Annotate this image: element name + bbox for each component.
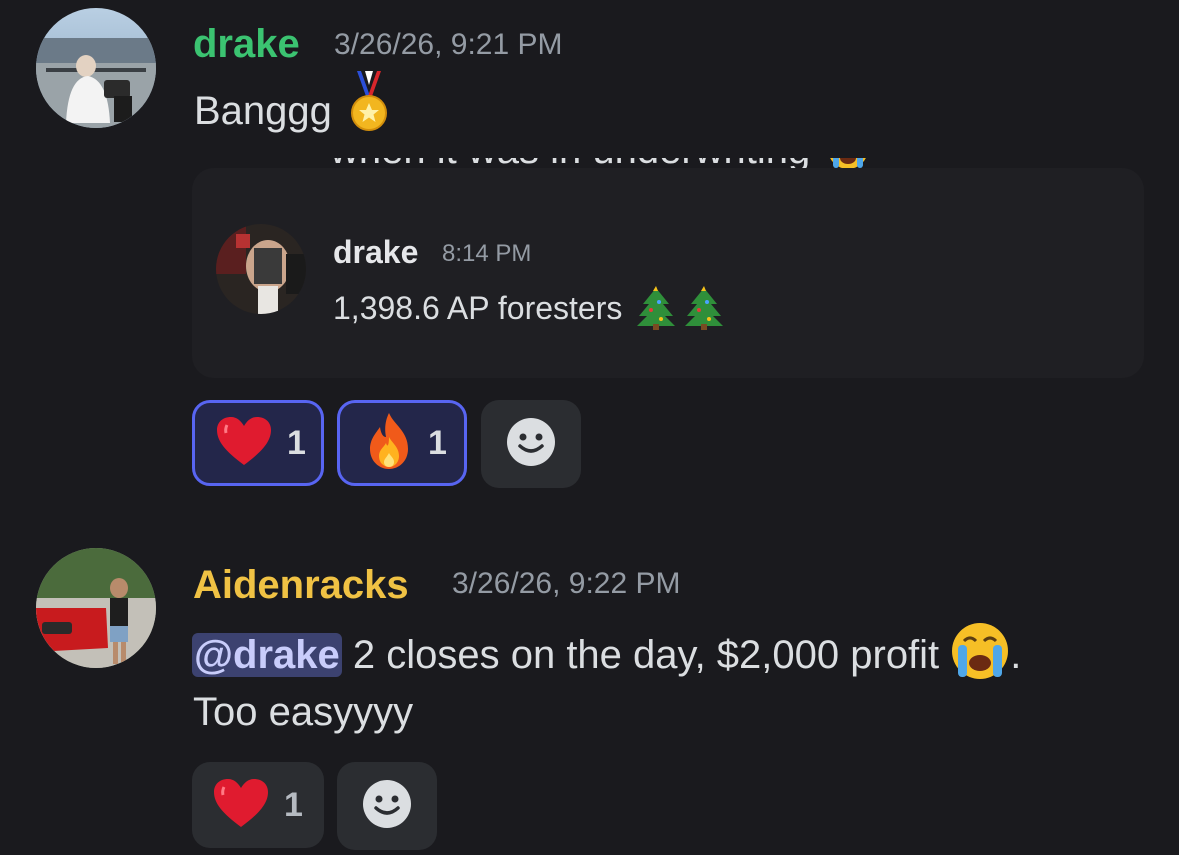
reaction-fire[interactable]: 1: [337, 400, 467, 486]
quoted-username[interactable]: drake: [333, 236, 418, 268]
embed-previous-text-label: when it was in underwriting: [330, 128, 811, 173]
reaction-count: 1: [428, 423, 447, 462]
fire-icon: [364, 411, 414, 476]
add-reaction-button[interactable]: [337, 762, 437, 850]
heart-icon: [215, 415, 273, 472]
username-drake[interactable]: drake: [193, 24, 300, 64]
avatar-drake-quoted[interactable]: [216, 224, 306, 314]
avatar-aidenracks[interactable]: [36, 548, 156, 668]
reaction-count: 1: [287, 423, 306, 462]
smiley-icon: [362, 779, 412, 834]
quoted-message-card[interactable]: drake 8:14 PM 1,398.6 AP foresters: [192, 168, 1144, 378]
username-aidenracks[interactable]: Aidenracks: [193, 565, 409, 605]
message-body-end: .: [1010, 633, 1022, 678]
heart-icon: [212, 777, 270, 834]
avatar-drake[interactable]: [36, 8, 156, 128]
message-text: @drake 2 closes on the day, $2,000 profi…: [192, 623, 1022, 688]
crying-face-icon: [950, 621, 1010, 688]
smiley-icon: [506, 417, 556, 472]
message-body: 2 closes on the day, $2,000 profit: [341, 633, 951, 678]
reaction-count: 1: [284, 785, 303, 824]
add-reaction-button[interactable]: [481, 400, 581, 488]
reaction-heart[interactable]: 1: [192, 762, 324, 848]
message-text-line2: Too easyyyy: [193, 690, 414, 734]
quoted-text: 1,398.6 AP foresters: [333, 286, 725, 335]
message-body: Banggg: [194, 89, 332, 134]
quoted-text-body: 1,398.6 AP foresters: [333, 289, 623, 326]
reaction-heart[interactable]: 1: [192, 400, 324, 486]
message-text: Banggg: [194, 71, 389, 140]
user-mention[interactable]: @drake: [192, 633, 342, 678]
christmas-tree-icon: [683, 286, 725, 335]
medal-icon: [349, 71, 389, 140]
message-timestamp: 3/26/26, 9:21 PM: [334, 28, 563, 61]
christmas-tree-icon: [635, 286, 677, 335]
quoted-timestamp: 8:14 PM: [442, 240, 532, 267]
message-timestamp: 3/26/26, 9:22 PM: [452, 567, 681, 600]
